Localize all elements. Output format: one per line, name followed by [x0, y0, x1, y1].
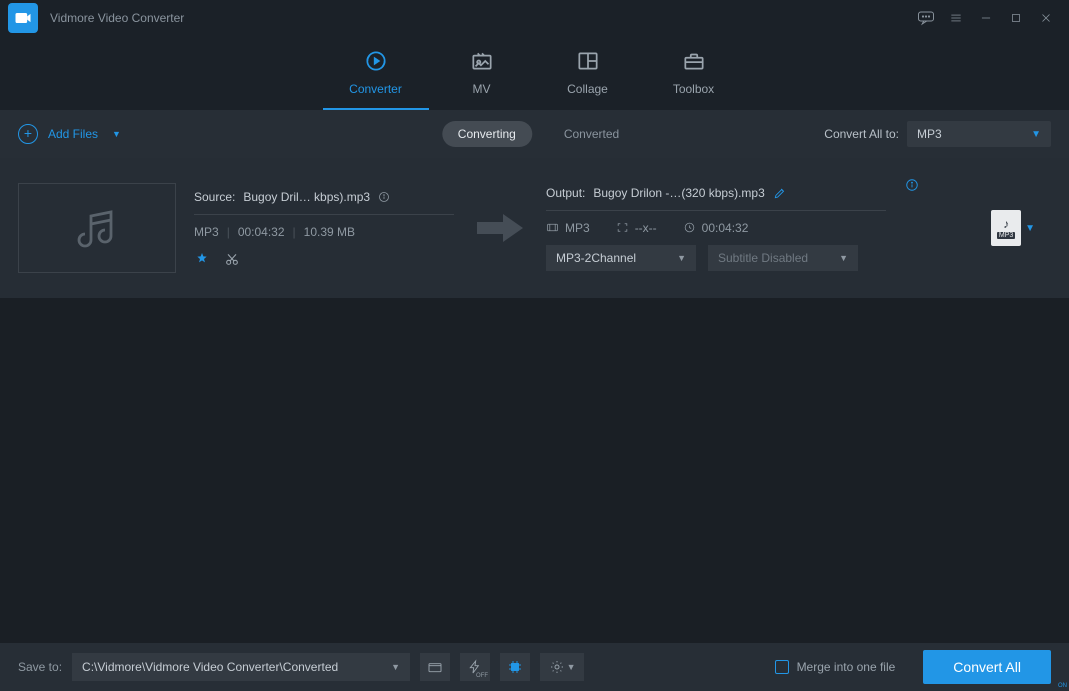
- nav-mv[interactable]: MV: [429, 46, 535, 110]
- note-icon: ♪: [1003, 217, 1009, 231]
- bottom-bar: Save to: C:\Vidmore\Vidmore Video Conver…: [0, 643, 1069, 691]
- divider: [546, 210, 886, 211]
- titlebar: Vidmore Video Converter: [0, 0, 1069, 35]
- gpu-accel-toggle[interactable]: ON: [500, 653, 530, 681]
- chevron-down-icon[interactable]: ▼: [1025, 223, 1035, 234]
- nav-collage[interactable]: Collage: [535, 46, 641, 110]
- high-speed-toggle[interactable]: OFF: [460, 653, 490, 681]
- tab-converting[interactable]: Converting: [442, 121, 532, 147]
- app-title: Vidmore Video Converter: [50, 11, 184, 25]
- source-filename: Bugoy Dril… kbps).mp3: [243, 190, 370, 204]
- file-item: Source: Bugoy Dril… kbps).mp3 MP3 | 00:0…: [0, 158, 1069, 298]
- output-info-icon[interactable]: [905, 178, 919, 192]
- clock-icon: [683, 221, 696, 234]
- close-button[interactable]: [1031, 3, 1061, 33]
- save-to-label: Save to:: [18, 660, 62, 674]
- mv-icon: [469, 46, 495, 76]
- convert-all-format-select[interactable]: MP3 ▼: [907, 121, 1051, 147]
- nav-converter[interactable]: Converter: [323, 46, 429, 110]
- nav-label: Converter: [349, 82, 402, 96]
- save-path-select[interactable]: C:\Vidmore\Vidmore Video Converter\Conve…: [72, 653, 410, 681]
- subtitle-value: Subtitle Disabled: [718, 251, 808, 265]
- merge-label: Merge into one file: [797, 660, 896, 674]
- nav-toolbox[interactable]: Toolbox: [641, 46, 747, 110]
- info-icon[interactable]: [378, 191, 390, 203]
- source-format: MP3: [194, 225, 219, 239]
- source-meta: MP3 | 00:04:32 | 10.39 MB: [194, 225, 454, 239]
- music-note-icon: [73, 204, 121, 252]
- convert-all-button[interactable]: Convert All: [923, 650, 1051, 684]
- output-label: Output:: [546, 186, 585, 200]
- chevron-down-icon: ▼: [567, 662, 576, 672]
- save-path-value: C:\Vidmore\Vidmore Video Converter\Conve…: [82, 660, 338, 674]
- edit-icon[interactable]: [773, 186, 787, 200]
- file-thumbnail[interactable]: [18, 183, 176, 273]
- output-format-button[interactable]: ♪ MP3: [991, 210, 1021, 246]
- resolution-icon: [616, 221, 629, 234]
- add-files-label: Add Files: [48, 127, 98, 141]
- minimize-button[interactable]: [971, 3, 1001, 33]
- source-label: Source:: [194, 190, 235, 204]
- maximize-button[interactable]: [1001, 3, 1031, 33]
- tab-converted[interactable]: Converted: [556, 121, 627, 147]
- toolbox-icon: [681, 46, 707, 76]
- output-format-badge: ♪ MP3 ▼: [991, 210, 1035, 246]
- checkbox-icon: [775, 660, 789, 674]
- chevron-down-icon: ▼: [839, 253, 848, 263]
- settings-button[interactable]: ▼: [540, 653, 584, 681]
- chevron-down-icon: ▼: [1031, 129, 1041, 140]
- video-icon: [546, 221, 559, 234]
- gpu-accel-state: ON: [1058, 683, 1067, 689]
- nav-label: Toolbox: [673, 82, 714, 96]
- add-files-button[interactable]: Add Files ▼: [18, 124, 121, 144]
- output-badge-format: MP3: [997, 232, 1015, 239]
- output-resolution: --x--: [635, 221, 657, 235]
- arrow-icon: [472, 212, 528, 244]
- chevron-down-icon: ▼: [677, 253, 686, 263]
- audio-track-select[interactable]: MP3-2Channel ▼: [546, 245, 696, 271]
- file-list: Source: Bugoy Dril… kbps).mp3 MP3 | 00:0…: [0, 158, 1069, 643]
- open-folder-button[interactable]: [420, 653, 450, 681]
- collage-icon: [575, 46, 601, 76]
- output-filename: Bugoy Drilon -…(320 kbps).mp3: [593, 186, 764, 200]
- convert-all-to-label: Convert All to:: [824, 127, 899, 141]
- nav-label: MV: [473, 82, 491, 96]
- enhance-icon[interactable]: [194, 251, 210, 267]
- source-size: 10.39 MB: [304, 225, 355, 239]
- menu-icon[interactable]: [941, 3, 971, 33]
- merge-checkbox[interactable]: Merge into one file: [775, 660, 896, 674]
- chevron-down-icon: ▼: [391, 662, 400, 672]
- divider: [194, 214, 454, 215]
- output-duration: 00:04:32: [702, 221, 749, 235]
- file-source-panel: Source: Bugoy Dril… kbps).mp3 MP3 | 00:0…: [194, 190, 454, 267]
- convert-all-format-value: MP3: [917, 127, 942, 141]
- cut-icon[interactable]: [224, 251, 240, 267]
- audio-track-value: MP3-2Channel: [556, 251, 636, 265]
- subtitle-select[interactable]: Subtitle Disabled ▼: [708, 245, 858, 271]
- feedback-icon[interactable]: [911, 3, 941, 33]
- chevron-down-icon[interactable]: ▼: [112, 129, 121, 139]
- nav-label: Collage: [567, 82, 608, 96]
- app-logo: [8, 3, 38, 33]
- plus-icon: [18, 124, 38, 144]
- output-format: MP3: [565, 221, 590, 235]
- converter-icon: [363, 46, 389, 76]
- toolbar: Add Files ▼ Converting Converted Convert…: [0, 110, 1069, 158]
- high-speed-state: OFF: [476, 673, 488, 679]
- file-output-panel: Output: Bugoy Drilon -…(320 kbps).mp3 MP…: [546, 186, 886, 271]
- main-nav: Converter MV Collage Toolbox: [0, 35, 1069, 110]
- source-duration: 00:04:32: [238, 225, 285, 239]
